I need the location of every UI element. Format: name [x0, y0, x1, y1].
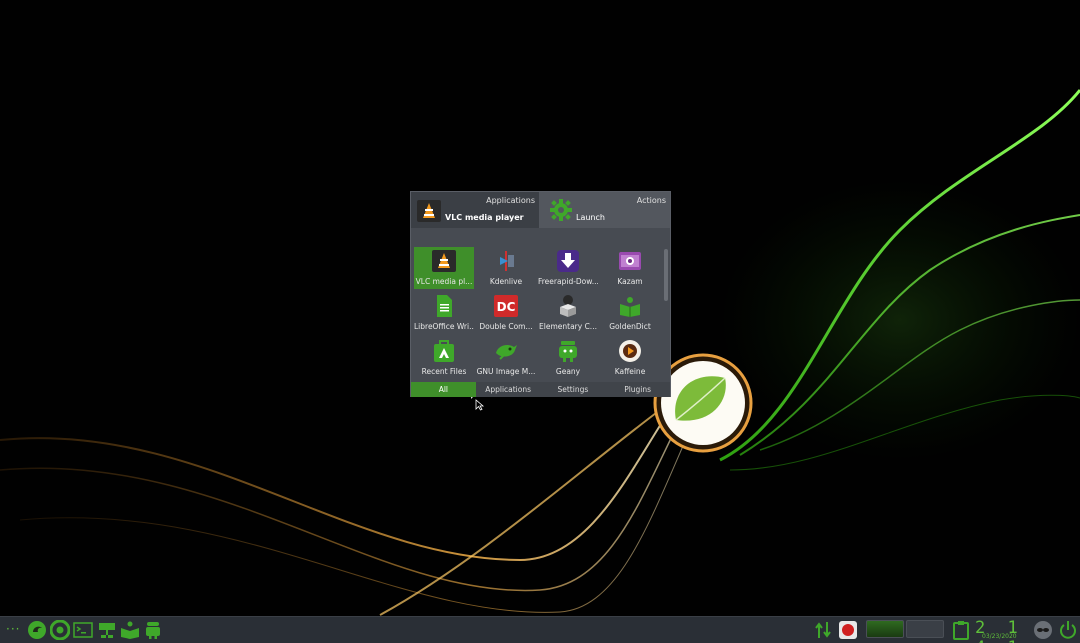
- app-item-goldendict[interactable]: GoldenDict: [600, 292, 660, 334]
- app-label: Elementary C...: [539, 322, 597, 331]
- app-item-kdenlive[interactable]: Kdenlive: [476, 247, 536, 289]
- app-item-geany[interactable]: Geany: [538, 337, 598, 379]
- libreoffice-writer-icon: [437, 295, 452, 317]
- power-icon[interactable]: [1058, 620, 1078, 640]
- kazam-icon: [619, 252, 641, 270]
- chrome-icon[interactable]: [50, 620, 70, 640]
- app-label: Kaffeine: [614, 367, 646, 376]
- app-item-recent-files[interactable]: Recent Files: [414, 337, 474, 379]
- firefox-icon[interactable]: [27, 620, 47, 640]
- app-item-freerapid[interactable]: Freerapid-Dow...: [538, 247, 598, 289]
- record-icon[interactable]: [838, 620, 858, 640]
- app-label: Geany: [555, 367, 581, 376]
- app-label: Kazam: [617, 277, 643, 286]
- app-label: GNU Image M...: [476, 367, 536, 376]
- tab-all[interactable]: All: [411, 382, 476, 397]
- app-label: Freerapid-Dow...: [538, 277, 598, 286]
- book-icon[interactable]: [120, 620, 140, 640]
- selected-app-category: Applications: [486, 196, 535, 205]
- app-grid: VLC media pl... Kdenlive Freerapid-Dow..…: [414, 247, 662, 399]
- tab-settings[interactable]: Settings: [541, 382, 606, 397]
- terminal-icon[interactable]: [73, 620, 93, 640]
- app-label: VLC media pl...: [415, 277, 473, 286]
- app-item-kazam[interactable]: Kazam: [600, 247, 660, 289]
- clipboard-icon[interactable]: [951, 620, 971, 640]
- selected-app-name: VLC media player: [445, 213, 524, 222]
- goldendict-icon: [620, 297, 640, 317]
- freerapid-icon: [557, 250, 579, 272]
- clock-date: 03/23/2020: [982, 633, 1017, 640]
- double-commander-icon: DC: [494, 295, 518, 317]
- app-label: LibreOffice Wri...: [414, 322, 474, 331]
- menu-dots-button[interactable]: ···: [6, 622, 20, 642]
- app-item-elementary[interactable]: Elementary C...: [538, 292, 598, 334]
- transfer-arrows-icon[interactable]: [813, 620, 833, 640]
- app-item-libreoffice-writer[interactable]: LibreOffice Wri...: [414, 292, 474, 334]
- vlc-icon: [432, 250, 456, 272]
- vlc-icon: [417, 200, 441, 222]
- action-panel[interactable]: Actions Launch: [539, 192, 672, 228]
- gimp-icon: [496, 345, 517, 360]
- tab-plugins[interactable]: Plugins: [605, 382, 670, 397]
- gear-icon: [550, 199, 572, 221]
- app-label: Kdenlive: [489, 277, 523, 286]
- app-item-gimp[interactable]: GNU Image M...: [476, 337, 536, 379]
- app-item-double-commander[interactable]: DC Double Com...: [476, 292, 536, 334]
- workspace-1[interactable]: [866, 620, 904, 638]
- app-grid-scrollbar[interactable]: [664, 249, 668, 301]
- launcher-tabs: All Applications Settings Plugins: [411, 382, 670, 397]
- app-label: GoldenDict: [609, 322, 651, 331]
- taskbar: ··· 2 1 : 4 1 03: [0, 616, 1080, 643]
- app-label: Double Com...: [479, 322, 533, 331]
- android-icon[interactable]: [143, 620, 163, 640]
- mouse-cursor-icon: [475, 399, 485, 411]
- action-category: Actions: [636, 196, 666, 205]
- kaffeine-icon: [619, 340, 641, 362]
- alien-avatar-icon[interactable]: [1033, 620, 1053, 640]
- kdenlive-icon: [500, 251, 514, 271]
- app-item-vlc[interactable]: VLC media pl...: [414, 247, 474, 289]
- workspace-2[interactable]: [906, 620, 944, 638]
- launcher-header: Applications VLC media player Actions La…: [411, 192, 670, 228]
- app-launcher-window: Applications VLC media player Actions La…: [410, 191, 671, 399]
- tab-applications[interactable]: Applications: [476, 382, 541, 397]
- selected-app-panel[interactable]: Applications VLC media player: [411, 192, 539, 228]
- svg-text:DC: DC: [497, 300, 516, 314]
- network-icon[interactable]: [97, 620, 117, 640]
- action-name: Launch: [576, 213, 605, 222]
- app-item-kaffeine[interactable]: Kaffeine: [600, 337, 660, 379]
- recent-files-icon: [434, 340, 454, 362]
- app-label: Recent Files: [421, 367, 467, 376]
- elementary-icon: [560, 295, 576, 317]
- geany-icon: [559, 341, 577, 362]
